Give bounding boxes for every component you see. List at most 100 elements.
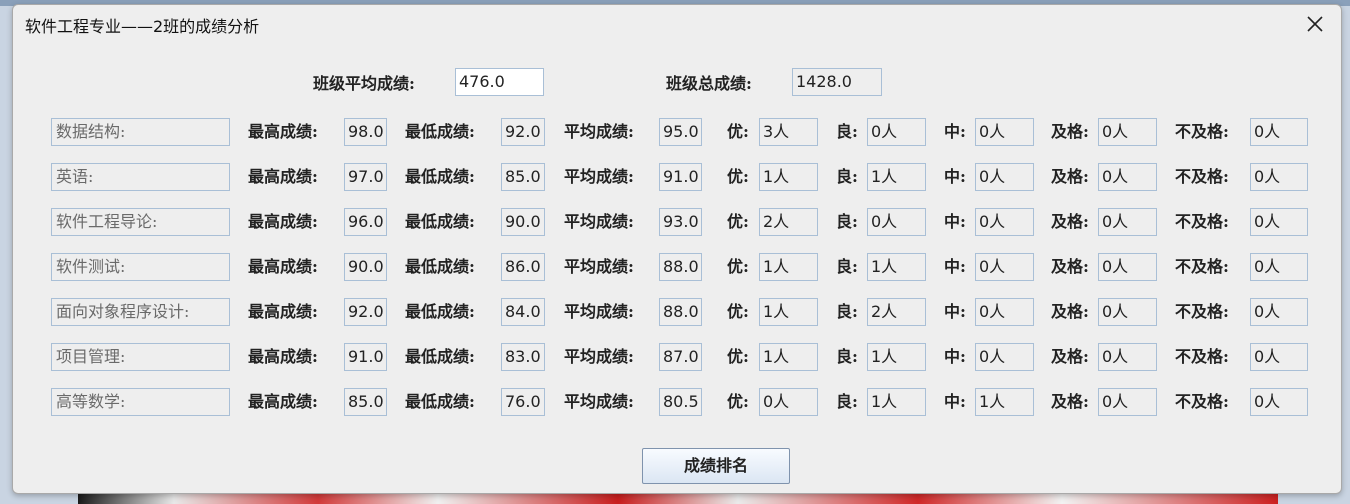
medium-label: 中: xyxy=(944,122,966,141)
avg-field[interactable]: 91.0 xyxy=(659,163,702,191)
excellent-label: 优: xyxy=(727,392,749,411)
max-field[interactable]: 98.0 xyxy=(344,118,387,146)
pass-field[interactable]: 0人 xyxy=(1098,343,1157,371)
max-field[interactable]: 96.0 xyxy=(344,208,387,236)
avg-field[interactable]: 88.0 xyxy=(659,253,702,281)
max-field[interactable]: 85.0 xyxy=(344,388,387,416)
good-field[interactable]: 0人 xyxy=(867,118,926,146)
avg-field[interactable]: 95.0 xyxy=(659,118,702,146)
avg-label: 平均成绩: xyxy=(564,302,634,321)
min-field[interactable]: 84.0 xyxy=(501,298,545,326)
max-label: 最高成绩: xyxy=(248,302,318,321)
avg-label: 平均成绩: xyxy=(564,257,634,276)
fail-label: 不及格: xyxy=(1175,122,1229,141)
excellent-field[interactable]: 1人 xyxy=(759,298,818,326)
excellent-label: 优: xyxy=(727,302,749,321)
min-field[interactable]: 92.0 xyxy=(501,118,545,146)
fail-field[interactable]: 0人 xyxy=(1250,253,1308,281)
avg-field[interactable]: 80.5 xyxy=(659,388,702,416)
excellent-label: 优: xyxy=(727,167,749,186)
excellent-label: 优: xyxy=(727,212,749,231)
course-name-field[interactable]: 软件工程导论: xyxy=(51,208,230,236)
course-name-field[interactable]: 项目管理: xyxy=(51,343,230,371)
avg-label: 平均成绩: xyxy=(564,392,634,411)
close-icon xyxy=(1307,16,1323,32)
course-name-field[interactable]: 软件测试: xyxy=(51,253,230,281)
good-field[interactable]: 1人 xyxy=(867,163,926,191)
avg-field[interactable]: 93.0 xyxy=(659,208,702,236)
excellent-field[interactable]: 3人 xyxy=(759,118,818,146)
min-field[interactable]: 86.0 xyxy=(501,253,545,281)
max-field[interactable]: 91.0 xyxy=(344,343,387,371)
max-label: 最高成绩: xyxy=(248,212,318,231)
class-total-field[interactable]: 1428.0 xyxy=(792,68,882,96)
medium-field[interactable]: 0人 xyxy=(975,163,1034,191)
max-label: 最高成绩: xyxy=(248,167,318,186)
medium-field[interactable]: 0人 xyxy=(975,208,1034,236)
medium-field[interactable]: 0人 xyxy=(975,298,1034,326)
max-field[interactable]: 97.0 xyxy=(344,163,387,191)
pass-label: 及格: xyxy=(1051,347,1089,366)
pass-label: 及格: xyxy=(1051,122,1089,141)
pass-field[interactable]: 0人 xyxy=(1098,208,1157,236)
grade-analysis-dialog: 软件工程专业——2班的成绩分析 班级平均成绩: 476.0 班级总成绩: 142… xyxy=(12,4,1342,494)
excellent-field[interactable]: 1人 xyxy=(759,163,818,191)
course-name-field[interactable]: 高等数学: xyxy=(51,388,230,416)
max-field[interactable]: 90.0 xyxy=(344,253,387,281)
class-average-field[interactable]: 476.0 xyxy=(455,68,544,96)
medium-label: 中: xyxy=(944,212,966,231)
fail-label: 不及格: xyxy=(1175,392,1229,411)
fail-field[interactable]: 0人 xyxy=(1250,208,1308,236)
fail-label: 不及格: xyxy=(1175,302,1229,321)
good-field[interactable]: 2人 xyxy=(867,298,926,326)
pass-field[interactable]: 0人 xyxy=(1098,298,1157,326)
medium-field[interactable]: 0人 xyxy=(975,118,1034,146)
pass-label: 及格: xyxy=(1051,167,1089,186)
grade-ranking-button[interactable]: 成绩排名 xyxy=(642,448,790,484)
medium-label: 中: xyxy=(944,302,966,321)
pass-field[interactable]: 0人 xyxy=(1098,388,1157,416)
course-name-field[interactable]: 面向对象程序设计: xyxy=(51,298,230,326)
good-field[interactable]: 0人 xyxy=(867,208,926,236)
fail-field[interactable]: 0人 xyxy=(1250,388,1308,416)
course-name-field[interactable]: 英语: xyxy=(51,163,230,191)
min-label: 最低成绩: xyxy=(405,392,475,411)
class-average-label: 班级平均成绩: xyxy=(313,74,415,93)
max-label: 最高成绩: xyxy=(248,122,318,141)
excellent-field[interactable]: 1人 xyxy=(759,253,818,281)
excellent-field[interactable]: 2人 xyxy=(759,208,818,236)
fail-field[interactable]: 0人 xyxy=(1250,343,1308,371)
excellent-field[interactable]: 0人 xyxy=(759,388,818,416)
good-field[interactable]: 1人 xyxy=(867,388,926,416)
pass-field[interactable]: 0人 xyxy=(1098,253,1157,281)
avg-label: 平均成绩: xyxy=(564,167,634,186)
fail-field[interactable]: 0人 xyxy=(1250,298,1308,326)
medium-field[interactable]: 0人 xyxy=(975,343,1034,371)
medium-field[interactable]: 0人 xyxy=(975,253,1034,281)
excellent-field[interactable]: 1人 xyxy=(759,343,818,371)
pass-label: 及格: xyxy=(1051,212,1089,231)
fail-field[interactable]: 0人 xyxy=(1250,118,1308,146)
avg-field[interactable]: 88.0 xyxy=(659,298,702,326)
fail-field[interactable]: 0人 xyxy=(1250,163,1308,191)
good-label: 良: xyxy=(836,167,858,186)
min-field[interactable]: 76.0 xyxy=(501,388,545,416)
excellent-label: 优: xyxy=(727,347,749,366)
good-field[interactable]: 1人 xyxy=(867,253,926,281)
good-label: 良: xyxy=(836,392,858,411)
avg-field[interactable]: 87.0 xyxy=(659,343,702,371)
min-field[interactable]: 85.0 xyxy=(501,163,545,191)
title-bar[interactable]: 软件工程专业——2班的成绩分析 xyxy=(13,5,1341,41)
pass-field[interactable]: 0人 xyxy=(1098,163,1157,191)
pass-field[interactable]: 0人 xyxy=(1098,118,1157,146)
min-field[interactable]: 90.0 xyxy=(501,208,545,236)
max-field[interactable]: 92.0 xyxy=(344,298,387,326)
min-field[interactable]: 83.0 xyxy=(501,343,545,371)
medium-label: 中: xyxy=(944,167,966,186)
good-field[interactable]: 1人 xyxy=(867,343,926,371)
avg-label: 平均成绩: xyxy=(564,347,634,366)
medium-field[interactable]: 1人 xyxy=(975,388,1034,416)
course-name-field[interactable]: 数据结构: xyxy=(51,118,230,146)
close-button[interactable] xyxy=(1301,11,1329,37)
avg-label: 平均成绩: xyxy=(564,122,634,141)
